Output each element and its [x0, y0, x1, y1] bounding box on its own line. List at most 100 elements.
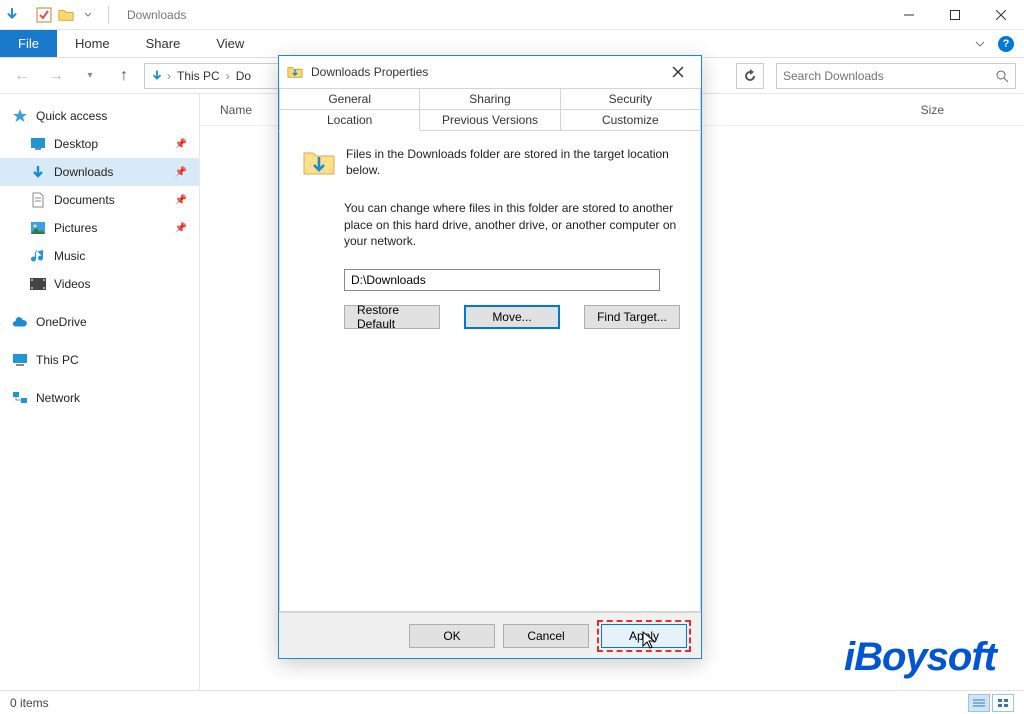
- sidebar-item-label: Downloads: [54, 165, 113, 179]
- breadcrumb-current[interactable]: Do: [232, 69, 255, 83]
- sidebar-item-label: Network: [36, 391, 187, 405]
- dialog-tabs: General Sharing Security Location Previo…: [279, 88, 701, 132]
- quick-access-toolbar: Downloads: [0, 6, 190, 24]
- tab-customize[interactable]: Customize: [560, 109, 701, 131]
- sidebar-item-label: Quick access: [36, 109, 187, 123]
- sidebar-item-downloads[interactable]: Downloads 📌: [0, 158, 199, 186]
- close-button[interactable]: [978, 0, 1024, 30]
- onedrive-icon: [12, 314, 28, 330]
- tab-general[interactable]: General: [279, 88, 420, 110]
- star-icon: [12, 108, 28, 124]
- tab-previous-versions[interactable]: Previous Versions: [419, 109, 560, 131]
- help-icon[interactable]: ?: [998, 36, 1014, 52]
- dialog-titlebar[interactable]: Downloads Properties: [279, 56, 701, 88]
- apply-highlight-annotation: Apply: [597, 620, 691, 652]
- tab-sharing[interactable]: Sharing: [419, 88, 560, 110]
- tab-security[interactable]: Security: [560, 88, 701, 110]
- sidebar-item-label: Music: [54, 249, 85, 263]
- status-bar: 0 items: [0, 690, 1024, 714]
- ribbon-expand-icon[interactable]: [972, 36, 988, 52]
- thispc-icon: [12, 352, 28, 368]
- nav-up-button[interactable]: ↑: [110, 62, 138, 90]
- desktop-icon: [30, 136, 46, 152]
- sidebar-onedrive[interactable]: OneDrive: [0, 308, 199, 336]
- status-item-count: 0 items: [10, 696, 49, 710]
- sidebar-item-label: This PC: [36, 353, 187, 367]
- ok-button[interactable]: OK: [409, 624, 495, 648]
- pictures-icon: [30, 220, 46, 236]
- icons-view-button[interactable]: [992, 694, 1014, 712]
- ribbon-tab-view[interactable]: View: [198, 30, 262, 57]
- nav-forward-button[interactable]: →: [42, 62, 70, 90]
- path-value: D:\Downloads: [351, 273, 426, 287]
- large-downloads-folder-icon: [302, 146, 336, 178]
- breadcrumb-sep: ›: [224, 69, 232, 83]
- column-header-size[interactable]: Size: [921, 103, 1004, 117]
- downloads-icon: [30, 164, 46, 180]
- search-box[interactable]: [776, 63, 1016, 89]
- move-button[interactable]: Move...: [464, 305, 560, 329]
- downloads-folder-icon: [287, 64, 303, 80]
- ribbon-tab-home[interactable]: Home: [57, 30, 128, 57]
- breadcrumb-folder-icon: [149, 68, 165, 84]
- qat-divider-icon: [26, 7, 30, 23]
- nav-recent-dropdown[interactable]: ▾: [76, 62, 104, 90]
- sidebar-item-label: Videos: [54, 277, 90, 291]
- watermark-logo: iBoysoft: [844, 635, 996, 680]
- restore-default-button[interactable]: Restore Default: [344, 305, 440, 329]
- pin-icon: 📌: [175, 167, 187, 178]
- ribbon: File Home Share View ?: [0, 30, 1024, 58]
- sidebar-thispc[interactable]: This PC: [0, 346, 199, 374]
- dialog-title: Downloads Properties: [311, 65, 428, 79]
- sidebar-item-label: Desktop: [54, 137, 98, 151]
- window-title: Downloads: [127, 8, 186, 22]
- properties-check-icon[interactable]: [36, 7, 52, 23]
- location-path-input[interactable]: D:\Downloads: [344, 269, 660, 291]
- properties-dialog: Downloads Properties General Sharing Sec…: [278, 55, 702, 659]
- sidebar-item-pictures[interactable]: Pictures 📌: [0, 214, 199, 242]
- sidebar-network[interactable]: Network: [0, 384, 199, 412]
- network-icon: [12, 390, 28, 406]
- navigation-pane: Quick access Desktop 📌 Downloads 📌 Docum…: [0, 94, 200, 690]
- view-mode-toggles: [968, 694, 1014, 712]
- maximize-button[interactable]: [932, 0, 978, 30]
- ribbon-file-tab[interactable]: File: [0, 30, 57, 57]
- pin-icon: 📌: [175, 223, 187, 234]
- qat-dropdown-icon[interactable]: [80, 7, 96, 23]
- pin-icon: 📌: [175, 195, 187, 206]
- dialog-intro-text: Files in the Downloads folder are stored…: [346, 146, 678, 178]
- details-view-button[interactable]: [968, 694, 990, 712]
- sidebar-item-videos[interactable]: Videos: [0, 270, 199, 298]
- separator: [108, 6, 109, 24]
- minimize-button[interactable]: [886, 0, 932, 30]
- find-target-button[interactable]: Find Target...: [584, 305, 680, 329]
- nav-back-button[interactable]: ←: [8, 62, 36, 90]
- sidebar-quick-access[interactable]: Quick access: [0, 102, 199, 130]
- sidebar-item-label: Pictures: [54, 221, 97, 235]
- dialog-close-button[interactable]: [663, 58, 693, 86]
- dialog-description-text: You can change where files in this folde…: [344, 200, 678, 249]
- videos-icon: [30, 276, 46, 292]
- cancel-button[interactable]: Cancel: [503, 624, 589, 648]
- tab-location[interactable]: Location: [279, 109, 420, 131]
- music-icon: [30, 248, 46, 264]
- search-input[interactable]: [783, 69, 995, 83]
- sidebar-item-label: OneDrive: [36, 315, 187, 329]
- dialog-body: Files in the Downloads folder are stored…: [279, 132, 701, 612]
- dialog-footer: OK Cancel Apply: [279, 612, 701, 658]
- apply-button[interactable]: Apply: [601, 624, 687, 648]
- sidebar-item-label: Documents: [54, 193, 115, 207]
- pin-icon: 📌: [175, 139, 187, 150]
- ribbon-tab-share[interactable]: Share: [128, 30, 199, 57]
- sidebar-item-desktop[interactable]: Desktop 📌: [0, 130, 199, 158]
- search-icon[interactable]: [995, 69, 1009, 83]
- breadcrumb-thispc[interactable]: This PC: [173, 69, 224, 83]
- sidebar-item-music[interactable]: Music: [0, 242, 199, 270]
- folder-icon[interactable]: [58, 7, 74, 23]
- sidebar-item-documents[interactable]: Documents 📌: [0, 186, 199, 214]
- refresh-button[interactable]: [736, 63, 764, 89]
- titlebar: Downloads: [0, 0, 1024, 30]
- window-controls: [886, 0, 1024, 30]
- folder-down-icon: [4, 7, 20, 23]
- breadcrumb-sep: ›: [165, 69, 173, 83]
